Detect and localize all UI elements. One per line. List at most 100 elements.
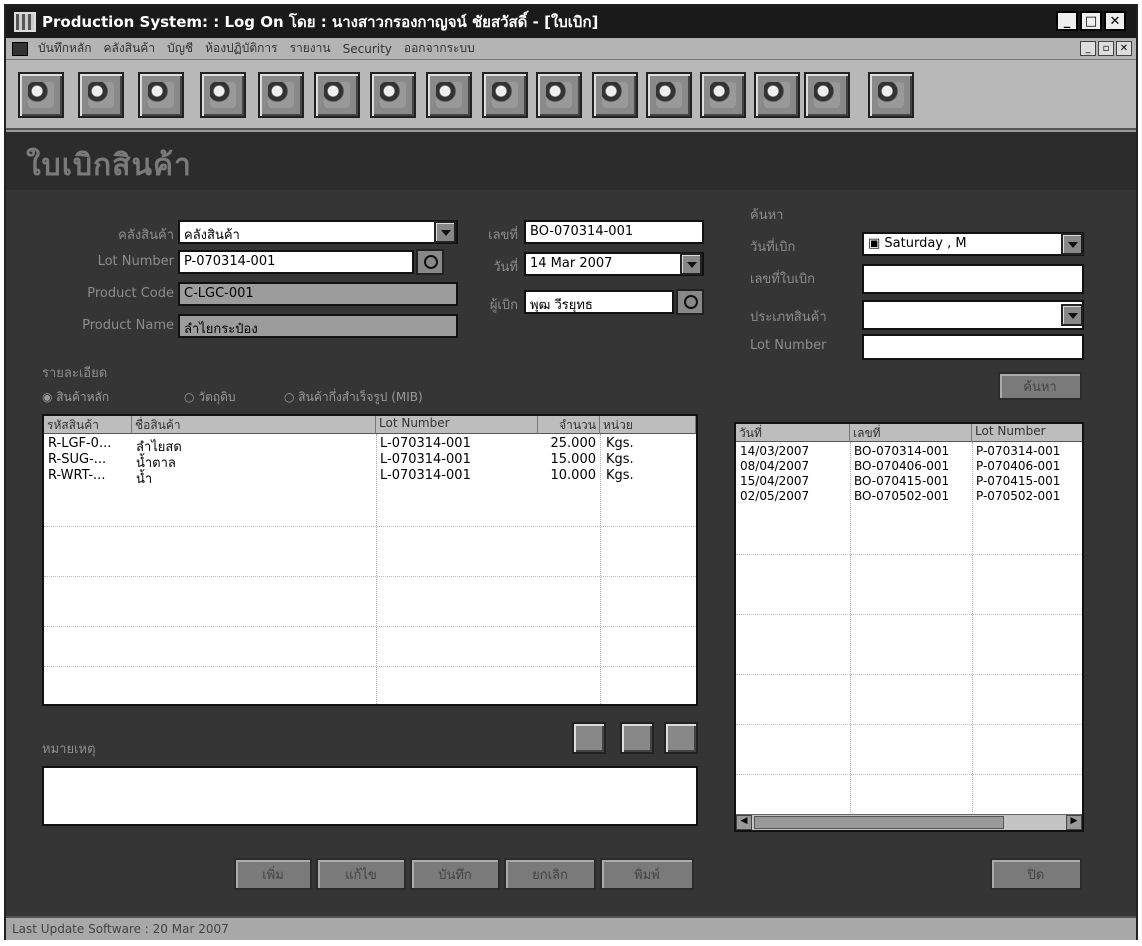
detail-grid[interactable]: รหัสสินค้า ชื่อสินค้า Lot Number จำนวน ห… (42, 414, 698, 706)
mdi-restore-button[interactable]: ▫ (1098, 41, 1114, 56)
toolbar-button-12[interactable] (646, 72, 692, 118)
search-date-picker[interactable]: ▣ Saturday , M (862, 232, 1084, 256)
toolbar-button-8[interactable] (426, 72, 472, 118)
lot-lookup-button[interactable] (416, 249, 444, 275)
toolbar-button-9[interactable] (482, 72, 528, 118)
row3-code[interactable]: R-WRT-... (48, 468, 105, 483)
col-lot[interactable]: Lot Number (376, 416, 538, 434)
minimize-button[interactable]: _ (1056, 11, 1078, 31)
row3-lot[interactable]: L-070314-001 (380, 468, 471, 483)
close-window-button[interactable]: ✕ (1104, 11, 1126, 31)
save-button[interactable]: บันทึก (410, 858, 500, 890)
requester-field[interactable]: พุฒ วีรยุทธ (524, 290, 674, 314)
close-form-button[interactable]: ปิด (990, 858, 1082, 890)
history-grid[interactable]: วันที่ เลขที่ Lot Number 14/03/2007 BO-0… (734, 422, 1084, 832)
col-name[interactable]: ชื่อสินค้า (132, 416, 376, 434)
print-button[interactable]: พิมพ์ (600, 858, 694, 890)
mdi-minimize-button[interactable]: _ (1080, 41, 1096, 56)
menu-item-account[interactable]: บัญชี (161, 39, 199, 58)
search-lot-field[interactable] (862, 334, 1084, 360)
search-button[interactable]: ค้นหา (998, 372, 1082, 400)
toolbar-button-3[interactable] (138, 72, 184, 118)
menu-item-lab[interactable]: ห้องปฏิบัติการ (199, 39, 284, 58)
hcol-doc[interactable]: เลขที่ (850, 424, 972, 442)
hcol-lot[interactable]: Lot Number (972, 424, 1082, 442)
cancel-button[interactable]: ยกเลิก (504, 858, 596, 890)
toolbar-button-7[interactable] (370, 72, 416, 118)
search-type-select[interactable] (862, 300, 1084, 330)
toolbar-button-1[interactable] (18, 72, 64, 118)
warehouse-dropdown-arrow[interactable] (434, 221, 456, 243)
hcol-date[interactable]: วันที่ (736, 424, 850, 442)
requester-lookup-button[interactable] (676, 289, 704, 315)
toolbar-button-15[interactable] (804, 72, 850, 118)
date-dropdown-arrow[interactable] (680, 253, 702, 275)
hrow2-doc[interactable]: BO-070406-001 (854, 459, 949, 473)
radio-raw-material[interactable]: ○ วัตถุดิบ (184, 388, 236, 407)
row3-name[interactable]: น้ำ (136, 468, 152, 489)
hrow1-date[interactable]: 14/03/2007 (740, 444, 809, 458)
history-horizontal-scrollbar[interactable]: ◀ ▶ (736, 814, 1082, 830)
maximize-button[interactable]: □ (1080, 11, 1102, 31)
search-doc-field[interactable] (862, 264, 1084, 294)
add-button[interactable]: เพิ่ม (234, 858, 312, 890)
menu-item-security[interactable]: Security (337, 42, 398, 56)
col-unit[interactable]: หน่วย (600, 416, 696, 434)
hrow3-date[interactable]: 15/04/2007 (740, 474, 809, 488)
toolbar-button-6[interactable] (314, 72, 360, 118)
hrow4-date[interactable]: 02/05/2007 (740, 489, 809, 503)
toolbar-button-14[interactable] (754, 72, 800, 118)
toolbar-button-exit[interactable] (868, 72, 914, 118)
date-field[interactable]: 14 Mar 2007 (524, 252, 704, 276)
row2-code[interactable]: R-SUG-... (48, 452, 106, 467)
hrow3-doc[interactable]: BO-070415-001 (854, 474, 949, 488)
mdi-close-button[interactable]: ✕ (1116, 41, 1132, 56)
row3-unit[interactable]: Kgs. (606, 468, 634, 483)
menu-item-report[interactable]: รายงาน (284, 39, 337, 58)
toolbar-button-5[interactable] (258, 72, 304, 118)
hrow4-doc[interactable]: BO-070502-001 (854, 489, 949, 503)
search-date-dropdown-arrow[interactable] (1061, 233, 1083, 255)
scroll-thumb[interactable] (754, 816, 1004, 829)
search-type-dropdown-arrow[interactable] (1061, 304, 1083, 326)
hrow2-date[interactable]: 08/04/2007 (740, 459, 809, 473)
edit-button[interactable]: แก้ไข (316, 858, 406, 890)
toolbar-button-4[interactable] (200, 72, 246, 118)
menu-item-warehouse[interactable]: คลังสินค้า (98, 39, 162, 58)
add-row-button[interactable] (572, 722, 606, 754)
delete-row-button[interactable] (664, 722, 698, 754)
row1-unit[interactable]: Kgs. (606, 436, 634, 451)
hrow1-lot[interactable]: P-070314-001 (976, 444, 1060, 458)
hrow4-lot[interactable]: P-070502-001 (976, 489, 1060, 503)
toolbar-button-10[interactable] (536, 72, 582, 118)
remark-field[interactable] (42, 766, 698, 826)
radio-main-product[interactable]: ◉ สินค้าหลัก (42, 388, 109, 407)
hrow1-doc[interactable]: BO-070314-001 (854, 444, 949, 458)
warehouse-label: คลังสินค้า (118, 228, 174, 243)
col-qty[interactable]: จำนวน (538, 416, 600, 434)
scroll-left-arrow-icon[interactable]: ◀ (736, 815, 752, 830)
row1-code[interactable]: R-LGF-0... (48, 436, 111, 451)
row2-qty[interactable]: 15.000 (538, 452, 597, 467)
lot-field[interactable]: P-070314-001 (178, 250, 414, 274)
toolbar-button-2[interactable] (78, 72, 124, 118)
row3-qty[interactable]: 10.000 (538, 468, 597, 483)
radio-semi-finished-label: สินค้ากึ่งสำเร็จรูป (MIB) (298, 390, 423, 404)
col-code[interactable]: รหัสสินค้า (44, 416, 132, 434)
scroll-right-arrow-icon[interactable]: ▶ (1066, 815, 1082, 830)
toolbar-button-13[interactable] (700, 72, 746, 118)
checkbox-icon[interactable]: ▣ (868, 236, 884, 251)
menu-item-exit[interactable]: ออกจากระบบ (398, 39, 481, 58)
doc-no-field[interactable]: BO-070314-001 (524, 220, 704, 244)
hrow3-lot[interactable]: P-070415-001 (976, 474, 1060, 488)
row1-qty[interactable]: 25.000 (538, 436, 597, 451)
row1-lot[interactable]: L-070314-001 (380, 436, 471, 451)
radio-semi-finished[interactable]: ○ สินค้ากึ่งสำเร็จรูป (MIB) (284, 388, 423, 407)
toolbar-button-11[interactable] (592, 72, 638, 118)
menu-item-master[interactable]: บันทึกหลัก (32, 39, 98, 58)
warehouse-select[interactable]: คลังสินค้า (178, 220, 458, 244)
hrow2-lot[interactable]: P-070406-001 (976, 459, 1060, 473)
edit-row-button[interactable] (620, 722, 654, 754)
row2-unit[interactable]: Kgs. (606, 452, 634, 467)
row2-lot[interactable]: L-070314-001 (380, 452, 471, 467)
